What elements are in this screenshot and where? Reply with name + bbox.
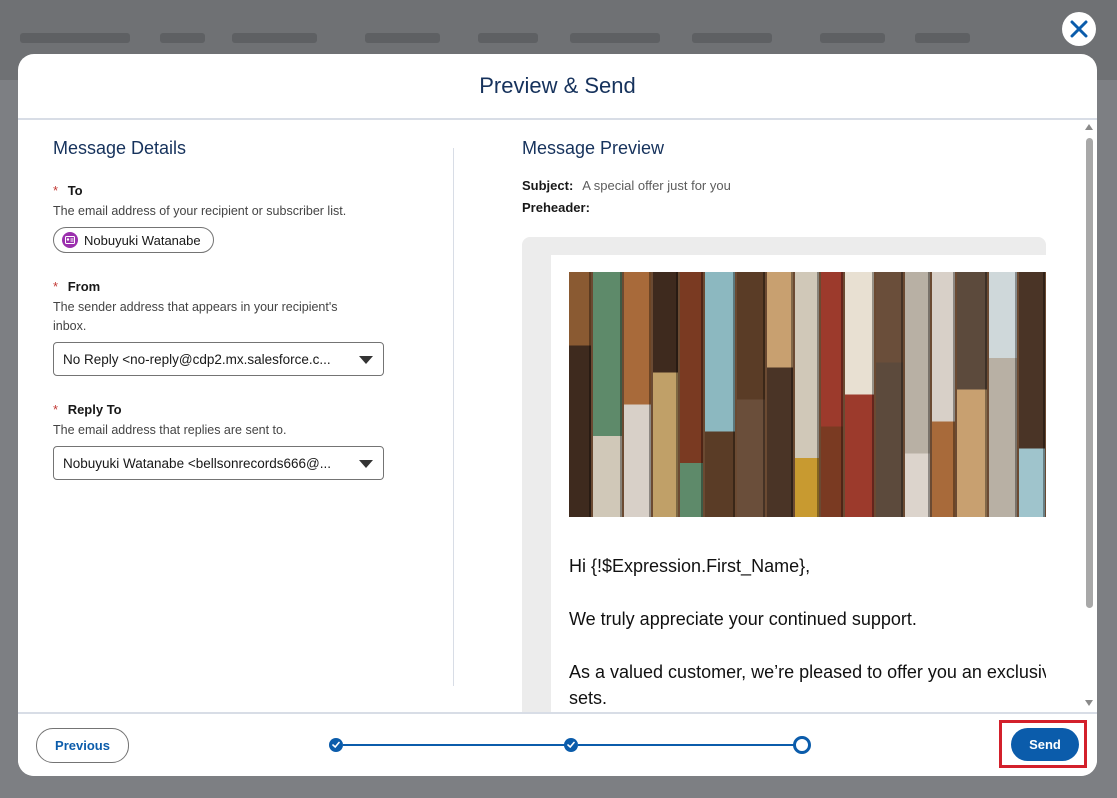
wood-plank bbox=[905, 272, 930, 517]
wood-planks-image bbox=[569, 272, 1046, 517]
progress-line bbox=[343, 744, 567, 746]
step-2-complete[interactable] bbox=[564, 738, 578, 752]
send-button[interactable]: Send bbox=[1011, 728, 1079, 761]
to-label-row: * To bbox=[53, 183, 393, 198]
preview-send-modal: Preview & Send Message Details * To The … bbox=[18, 54, 1097, 776]
recipient-pill[interactable]: Nobuyuki Watanabe bbox=[53, 227, 214, 253]
wood-plank bbox=[932, 272, 955, 517]
email-preview-frame[interactable]: Hi {!$Expression.First_Name}, We truly a… bbox=[522, 237, 1046, 717]
to-field: * To The email address of your recipient… bbox=[53, 183, 393, 253]
required-marker: * bbox=[53, 402, 59, 417]
modal-header: Preview & Send bbox=[18, 54, 1097, 120]
wood-plank bbox=[624, 272, 651, 517]
progress-line bbox=[578, 744, 808, 746]
scroll-thumb[interactable] bbox=[1086, 138, 1093, 608]
from-select-value: No Reply <no-reply@cdp2.mx.salesforce.c.… bbox=[63, 351, 331, 367]
from-label: From bbox=[67, 279, 101, 294]
subject-row: Subject: A special offer just for you bbox=[522, 177, 1062, 195]
modal-footer: Previous Send bbox=[18, 712, 1097, 776]
message-details-panel: Message Details * To The email address o… bbox=[53, 138, 393, 498]
background-nav-item bbox=[692, 33, 772, 43]
previous-button[interactable]: Previous bbox=[36, 728, 129, 763]
check-icon bbox=[567, 741, 575, 749]
preheader-label: Preheader: bbox=[522, 200, 590, 215]
email-line-1: We truly appreciate your continued suppo… bbox=[569, 609, 917, 629]
caret-down-icon bbox=[359, 460, 373, 468]
from-field: * From The sender address that appears i… bbox=[53, 279, 393, 376]
background-nav-item bbox=[365, 33, 440, 43]
background-nav-item bbox=[232, 33, 317, 43]
wood-plank bbox=[989, 272, 1017, 517]
background-nav-item bbox=[820, 33, 885, 43]
scroll-down-arrow-icon[interactable] bbox=[1085, 700, 1093, 706]
column-divider bbox=[453, 148, 454, 686]
subject-value: A special offer just for you bbox=[582, 178, 731, 193]
reply-to-label: Reply To bbox=[67, 402, 122, 417]
modal-scrollbar[interactable] bbox=[1084, 118, 1096, 712]
wood-plank bbox=[821, 272, 843, 517]
caret-down-icon bbox=[359, 356, 373, 364]
wood-plank bbox=[1019, 272, 1045, 517]
reply-to-select-value: Nobuyuki Watanabe <bellsonrecords666@... bbox=[63, 455, 331, 471]
close-icon bbox=[1070, 20, 1088, 38]
from-help-text: The sender address that appears in your … bbox=[53, 300, 338, 333]
modal-body: Message Details * To The email address o… bbox=[18, 118, 1097, 717]
check-icon bbox=[332, 741, 340, 749]
message-preview-panel: Message Preview Subject: A special offer… bbox=[522, 138, 1062, 221]
wood-plank bbox=[845, 272, 874, 517]
scroll-up-arrow-icon[interactable] bbox=[1085, 124, 1093, 130]
reply-to-select[interactable]: Nobuyuki Watanabe <bellsonrecords666@... bbox=[53, 446, 384, 480]
required-marker: * bbox=[53, 279, 59, 294]
recipient-name: Nobuyuki Watanabe bbox=[84, 232, 201, 248]
required-marker: * bbox=[53, 183, 59, 198]
subject-label: Subject: bbox=[522, 178, 574, 193]
background-nav-item bbox=[20, 33, 130, 43]
wood-plank bbox=[569, 272, 591, 517]
to-label: To bbox=[67, 183, 83, 198]
background-nav-item bbox=[160, 33, 205, 43]
background-nav-item bbox=[570, 33, 660, 43]
email-line-2: As a valued customer, we’re pleased to o… bbox=[569, 662, 1046, 708]
wood-plank bbox=[767, 272, 793, 517]
wood-plank bbox=[957, 272, 987, 517]
email-text: Hi {!$Expression.First_Name}, We truly a… bbox=[569, 553, 1046, 717]
step-1-complete[interactable] bbox=[329, 738, 343, 752]
wood-plank bbox=[593, 272, 622, 517]
wood-plank bbox=[737, 272, 765, 517]
wood-plank bbox=[680, 272, 703, 517]
from-label-row: * From bbox=[53, 279, 393, 294]
preheader-row: Preheader: bbox=[522, 199, 1062, 217]
reply-to-help-text: The email address that replies are sent … bbox=[53, 423, 287, 437]
from-select[interactable]: No Reply <no-reply@cdp2.mx.salesforce.c.… bbox=[53, 342, 384, 376]
reply-to-label-row: * Reply To bbox=[53, 402, 393, 417]
wood-plank bbox=[795, 272, 819, 517]
email-greeting: Hi {!$Expression.First_Name}, bbox=[569, 556, 811, 576]
wood-plank bbox=[653, 272, 678, 517]
message-details-title: Message Details bbox=[53, 138, 187, 158]
contact-card-icon bbox=[62, 232, 78, 248]
background-nav-item bbox=[478, 33, 538, 43]
to-help-text: The email address of your recipient or s… bbox=[53, 204, 347, 218]
step-3-current[interactable] bbox=[793, 736, 811, 754]
close-button[interactable] bbox=[1062, 12, 1096, 46]
progress-indicator bbox=[329, 736, 812, 754]
modal-title: Preview & Send bbox=[479, 73, 636, 98]
wood-plank bbox=[876, 272, 903, 517]
background-nav-item bbox=[915, 33, 970, 43]
reply-to-field: * Reply To The email address that replie… bbox=[53, 402, 393, 480]
email-body: Hi {!$Expression.First_Name}, We truly a… bbox=[551, 255, 1046, 717]
wood-plank bbox=[705, 272, 735, 517]
message-preview-title: Message Preview bbox=[522, 138, 665, 158]
